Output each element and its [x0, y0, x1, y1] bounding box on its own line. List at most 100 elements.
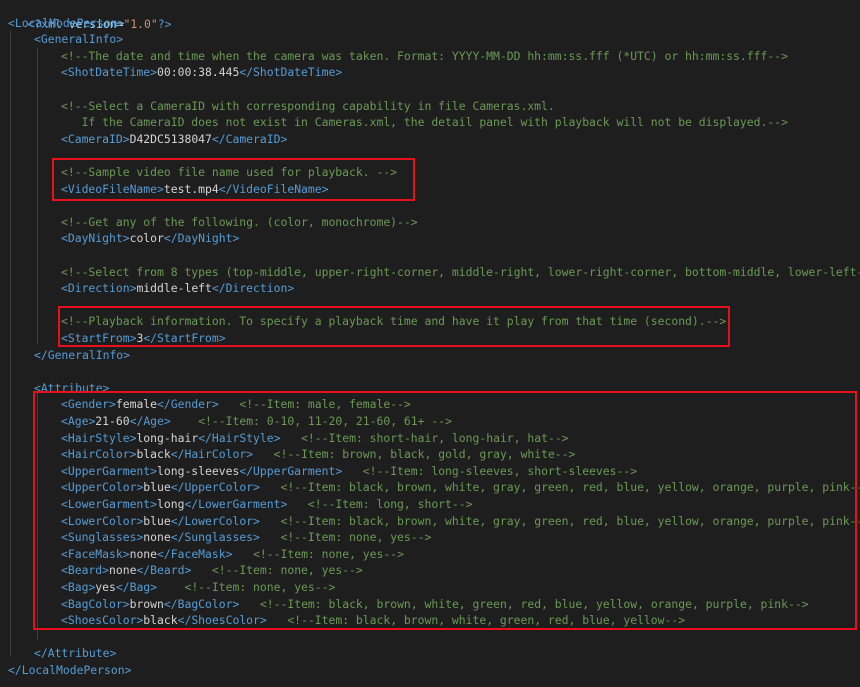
xml-element-value: D42DC5138047: [129, 131, 212, 146]
xml-closing-tag-name: ShoesColor: [191, 613, 260, 628]
xml-tag-name: LowerColor: [67, 513, 137, 528]
xml-tag-name: Attribute: [40, 380, 103, 395]
xml-element-value: test.mp4: [163, 181, 219, 196]
xml-inline-gap: [281, 431, 302, 445]
code-line: <BagColor>brown</BagColor> <!--Item: bla…: [61, 596, 809, 611]
xml-inline-comment: <!--Item: black, brown, white, gray, gre…: [280, 513, 860, 528]
xml-declaration-close: ?>: [157, 16, 172, 31]
xml-tag-name: ShoesColor: [67, 613, 137, 628]
xml-inline-comment: <!--Item: none, yes-->: [280, 530, 432, 545]
code-line: <HairStyle>long-hair</HairStyle> <!--Ite…: [61, 430, 569, 445]
xml-closing-tag-name: LowerGarment: [198, 497, 281, 511]
xml-declaration-line: <?xml version="1.0"?>: [0, 0, 171, 31]
xml-inline-gap: [232, 547, 253, 561]
xml-inline-comment: <!--Item: black, brown, white, gray, gre…: [280, 480, 860, 495]
xml-code-editor[interactable]: <?xml version="1.0"?> <LocalModePerson> <…: [0, 0, 860, 687]
code-line: <Attribute>: [34, 380, 110, 395]
xml-element-value: 21-60: [95, 414, 130, 428]
xml-tag-name: VideoFileName: [67, 181, 158, 196]
xml-tag-name: Attribute: [47, 646, 110, 661]
code-line: <!--Select a CameraID with corresponding…: [61, 98, 555, 115]
xml-comment: <!--Select from 8 types (top-middle, upp…: [61, 264, 860, 279]
xml-tag-name: LocalModePerson: [14, 15, 118, 30]
xml-tag-name: Beard: [67, 563, 103, 578]
xml-closing-tag-name: Direction: [225, 281, 288, 296]
xml-inline-comment: <!--Item: 0-10, 11-20, 21-60, 61+ -->: [198, 414, 452, 428]
xml-inline-gap: [342, 464, 363, 478]
xml-inline-gap: [260, 530, 281, 544]
code-line: <GeneralInfo>: [34, 32, 124, 47]
xml-element-value: yes: [95, 580, 116, 594]
code-line: <!--Select from 8 types (top-middle, upp…: [61, 264, 860, 281]
xml-tag-name: LowerGarment: [67, 497, 151, 511]
code-line: <LocalModePerson>: [8, 15, 125, 30]
code-line: If the CameraID does not exist in Camera…: [61, 114, 788, 131]
xml-inline-comment: <!--Item: long, short-->: [307, 497, 473, 511]
xml-element-value: middle-left: [136, 281, 212, 296]
code-line: <Sunglasses>none</Sunglasses> <!--Item: …: [61, 530, 432, 545]
xml-closing-tag-name: Gender: [170, 397, 212, 412]
xml-tag-name: FaceMask: [67, 546, 123, 561]
xml-inline-comment: <!--Item: none, yes-->: [184, 580, 336, 594]
xml-declaration-value: "1.0": [123, 16, 158, 31]
xml-inline-gap: [287, 497, 308, 511]
xml-inline-comment: <!--Item: none, yes-->: [211, 563, 363, 578]
xml-comment: <!--Get any of the following. (color, mo…: [61, 214, 418, 229]
xml-closing-tag-name: LowerColor: [184, 513, 254, 528]
xml-inline-comment: <!--Item: long-sleeves, short-sleeves-->: [362, 463, 638, 478]
xml-element-value: long: [157, 497, 185, 511]
xml-inline-comment: <!--Item: brown, black, gold, gray, whit…: [273, 447, 576, 462]
xml-element-value: black: [136, 447, 171, 462]
xml-closing-tag-name: StartFrom: [157, 331, 219, 345]
code-line: <CameraID>D42DC5138047</CameraID>: [61, 131, 288, 146]
xml-closing-tag-name: CameraID: [225, 131, 281, 146]
xml-inline-gap: [239, 597, 260, 611]
code-line: </LocalModePerson>: [8, 663, 132, 677]
xml-element-value: long-hair: [136, 430, 199, 445]
xml-inline-comment: <!--Item: black, brown, white, green, re…: [259, 596, 809, 611]
xml-inline-gap: [267, 613, 288, 627]
code-line: <StartFrom>3</StartFrom>: [61, 331, 226, 345]
code-line: <VideoFileName>test.mp4</VideoFileName>: [61, 181, 329, 196]
xml-tag-name: UpperGarment: [67, 463, 151, 478]
code-line: <!--Playback information. To specify a p…: [61, 313, 726, 330]
code-line: <FaceMask>none</FaceMask> <!--Item: none…: [61, 546, 404, 561]
code-line: <HairColor>black</HairColor> <!--Item: b…: [61, 447, 576, 462]
xml-tag-name: BagColor: [67, 596, 123, 611]
xml-closing-tag-name: HairColor: [184, 447, 247, 462]
xml-inline-gap: [191, 563, 212, 577]
xml-tag-name: Bag: [67, 580, 89, 594]
code-line: <LowerGarment>long</LowerGarment> <!--It…: [61, 497, 473, 511]
xml-element-value: 00:00:38.445: [157, 65, 240, 80]
code-line: <!--Sample video file name used for play…: [61, 164, 397, 181]
code-line: <Gender>female</Gender> <!--Item: male, …: [61, 397, 411, 412]
xml-closing-tag-name: Beard: [150, 563, 185, 578]
xml-tag-name: GeneralInfo: [40, 32, 117, 47]
code-line: <Beard>none</Beard> <!--Item: none, yes-…: [61, 563, 363, 578]
xml-element-value: color: [129, 231, 164, 246]
xml-element-value: none: [109, 563, 137, 578]
xml-comment: <!--Sample video file name used for play…: [61, 165, 398, 179]
xml-element-value: none: [129, 546, 158, 561]
xml-tag-name: CameraID: [67, 131, 123, 146]
xml-element-value: long-sleeves: [157, 463, 240, 478]
xml-element-value: brown: [129, 596, 164, 611]
xml-element-value: female: [115, 397, 158, 412]
xml-inline-gap: [171, 414, 198, 428]
code-line: </GeneralInfo>: [34, 347, 131, 362]
xml-closing-tag-name: VideoFileName: [232, 181, 322, 196]
xml-tag-name: Age: [67, 414, 89, 428]
xml-closing-tag-name: Sunglasses: [184, 530, 254, 545]
code-line: <UpperGarment>long-sleeves</UpperGarment…: [61, 463, 638, 478]
xml-element-value: blue: [143, 480, 171, 495]
xml-element-value: black: [143, 613, 178, 628]
xml-tag-name: HairStyle: [67, 430, 130, 445]
indent-guide-general-info: [37, 48, 38, 344]
code-line: </Attribute>: [34, 646, 117, 661]
xml-tag-name: Sunglasses: [67, 530, 137, 545]
code-line: <ShoesColor>black</ShoesColor> <!--Item:…: [61, 613, 686, 628]
xml-closing-tag-name: DayNight: [177, 231, 233, 246]
xml-tag-name: DayNight: [67, 231, 123, 246]
code-line: <Direction>middle-left</Direction>: [61, 281, 295, 296]
xml-closing-tag-name: UpperGarment: [253, 463, 336, 478]
